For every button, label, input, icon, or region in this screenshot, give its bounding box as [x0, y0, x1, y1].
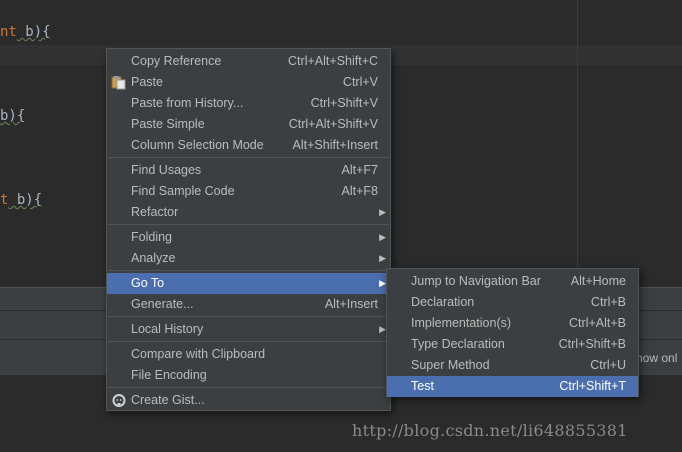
- code-param: b){: [0, 108, 26, 124]
- menu-item-label: Paste Simple: [131, 117, 205, 131]
- watermark: http://blog.csdn.net/li648855381: [352, 421, 628, 440]
- menu-item-label: Paste from History...: [131, 96, 244, 110]
- menu-item-label: Local History: [131, 322, 204, 336]
- menu-item-shortcut: Ctrl+V: [342, 75, 378, 89]
- menu-item-paste-simple[interactable]: Paste Simple Ctrl+Alt+Shift+V: [107, 114, 390, 135]
- menu-item-analyze[interactable]: Analyze ▶: [107, 248, 390, 269]
- menu-item-label: Implementation(s): [411, 316, 512, 330]
- submenu-item-jump-to-navigation-bar[interactable]: Jump to Navigation Bar Alt+Home: [387, 271, 638, 292]
- menu-item-shortcut: Alt+F8: [341, 184, 378, 198]
- submenu-item-super-method[interactable]: Super Method Ctrl+U: [387, 355, 638, 376]
- menu-item-shortcut: Ctrl+Shift+T: [559, 379, 626, 393]
- menu-item-shortcut: Ctrl+Alt+Shift+V: [288, 117, 378, 131]
- menu-item-file-encoding[interactable]: File Encoding: [107, 365, 390, 386]
- right-margin-guide: [577, 0, 578, 287]
- menu-item-folding[interactable]: Folding ▶: [107, 227, 390, 248]
- editor-context-menu: Copy Reference Ctrl+Alt+Shift+C Paste Ct…: [106, 48, 391, 411]
- menu-item-shortcut: Alt+Insert: [324, 297, 378, 311]
- submenu-item-declaration[interactable]: Declaration Ctrl+B: [387, 292, 638, 313]
- code-keyword: nt: [0, 24, 17, 40]
- submenu-arrow-icon: ▶: [379, 324, 386, 334]
- menu-item-find-usages[interactable]: Find Usages Alt+F7: [107, 160, 390, 181]
- menu-item-shortcut: Ctrl+Alt+B: [569, 316, 626, 330]
- menu-item-label: Refactor: [131, 205, 179, 219]
- menu-item-label: Type Declaration: [411, 337, 505, 351]
- menu-item-label: Column Selection Mode: [131, 138, 264, 152]
- clipboard-paste-icon: [111, 75, 127, 90]
- menu-item-label: Compare with Clipboard: [131, 347, 266, 361]
- menu-item-label: File Encoding: [131, 368, 207, 382]
- menu-item-label: Jump to Navigation Bar: [411, 274, 541, 288]
- menu-item-label: Super Method: [411, 358, 490, 372]
- submenu-item-implementations[interactable]: Implementation(s) Ctrl+Alt+B: [387, 313, 638, 334]
- submenu-item-type-declaration[interactable]: Type Declaration Ctrl+Shift+B: [387, 334, 638, 355]
- code-param: b){: [8, 192, 43, 208]
- menu-item-label: Copy Reference: [131, 54, 222, 68]
- menu-item-paste[interactable]: Paste Ctrl+V: [107, 72, 390, 93]
- menu-item-shortcut: Ctrl+Shift+V: [310, 96, 378, 110]
- menu-item-label: Find Usages: [131, 163, 202, 177]
- go-to-submenu: Jump to Navigation Bar Alt+Home Declarat…: [386, 268, 639, 397]
- submenu-arrow-icon: ▶: [379, 207, 386, 217]
- menu-item-shortcut: Ctrl+Shift+B: [558, 337, 626, 351]
- github-icon: [111, 393, 127, 408]
- menu-item-shortcut: Alt+F7: [341, 163, 378, 177]
- menu-item-label: Create Gist...: [131, 393, 205, 407]
- submenu-item-test[interactable]: Test Ctrl+Shift+T: [387, 376, 638, 397]
- submenu-arrow-icon: ▶: [379, 253, 386, 263]
- menu-item-go-to[interactable]: Go To ▶: [107, 273, 390, 294]
- show-only-label[interactable]: how onl: [636, 351, 677, 365]
- menu-item-label: Analyze: [131, 251, 176, 265]
- menu-item-label: Folding: [131, 230, 172, 244]
- menu-item-label: Test: [411, 379, 434, 393]
- menu-item-label: Go To: [131, 276, 165, 290]
- menu-item-label: Paste: [131, 75, 163, 89]
- menu-item-paste-from-history[interactable]: Paste from History... Ctrl+Shift+V: [107, 93, 390, 114]
- code-line: t b){: [0, 191, 42, 209]
- menu-item-find-sample-code[interactable]: Find Sample Code Alt+F8: [107, 181, 390, 202]
- menu-item-shortcut: Alt+Home: [570, 274, 626, 288]
- submenu-arrow-icon: ▶: [379, 232, 386, 242]
- menu-item-shortcut: Ctrl+B: [590, 295, 626, 309]
- menu-item-compare-with-clipboard[interactable]: Compare with Clipboard: [107, 344, 390, 365]
- menu-item-create-gist[interactable]: Create Gist...: [107, 390, 390, 411]
- menu-item-refactor[interactable]: Refactor ▶: [107, 202, 390, 223]
- menu-item-label: Generate...: [131, 297, 194, 311]
- code-param: b){: [16, 24, 51, 40]
- menu-item-local-history[interactable]: Local History ▶: [107, 319, 390, 340]
- menu-item-column-selection-mode[interactable]: Column Selection Mode Alt+Shift+Insert: [107, 135, 390, 156]
- code-line: b){: [0, 107, 25, 125]
- menu-item-label: Find Sample Code: [131, 184, 235, 198]
- menu-item-generate[interactable]: Generate... Alt+Insert: [107, 294, 390, 315]
- submenu-arrow-icon: ▶: [379, 278, 386, 288]
- menu-item-shortcut: Alt+Shift+Insert: [292, 138, 378, 152]
- menu-item-copy-reference[interactable]: Copy Reference Ctrl+Alt+Shift+C: [107, 51, 390, 72]
- menu-item-label: Declaration: [411, 295, 475, 309]
- code-line: nt b){: [0, 23, 51, 41]
- menu-item-shortcut: Ctrl+U: [590, 358, 626, 372]
- menu-item-shortcut: Ctrl+Alt+Shift+C: [288, 54, 378, 68]
